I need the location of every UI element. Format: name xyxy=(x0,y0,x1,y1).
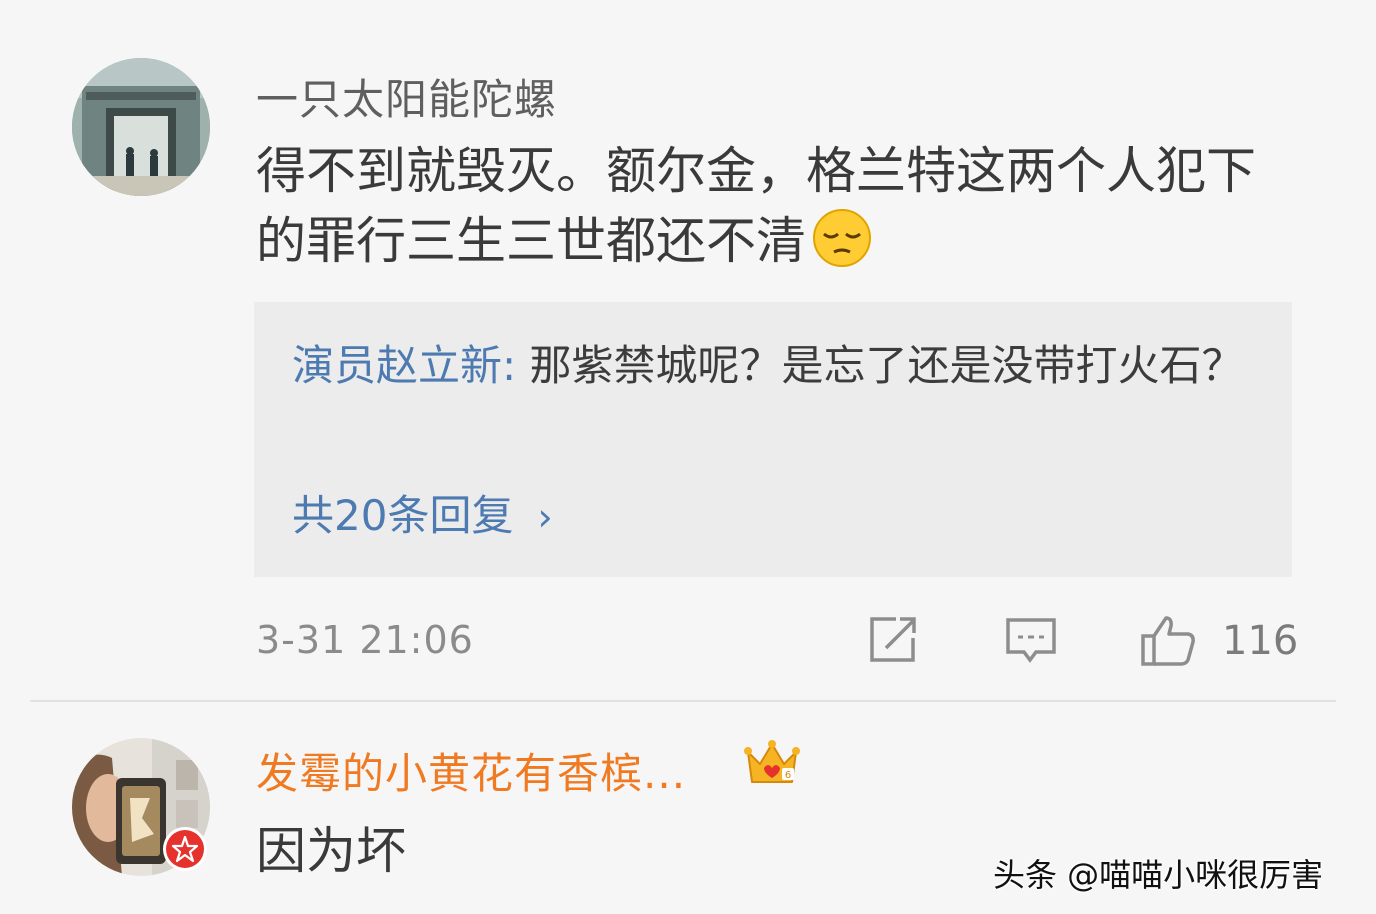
reply-line: 演员赵立新: 那紫禁城呢？是忘了还是没带打火石？ xyxy=(292,334,1252,398)
comment-icon[interactable] xyxy=(1004,614,1058,668)
reply-count-label: 共20条回复 xyxy=(292,491,514,540)
divider xyxy=(30,700,1336,702)
comment-item: 一只太阳能陀螺 得不到就毁灭。额尔金，格兰特这两个人犯下的罪行三生三世都还不清 … xyxy=(0,0,1376,702)
reply-author[interactable]: 演员赵立新 xyxy=(292,341,502,390)
username[interactable]: 发霉的小黄花有香槟... xyxy=(256,740,686,801)
avatar-image xyxy=(72,58,210,196)
watermark: 头条 @喵喵小咪很厉害 xyxy=(993,856,1324,894)
like-count: 116 xyxy=(1222,618,1299,664)
timestamp: 3-31 21:06 xyxy=(256,618,474,662)
reply-text: 那紫禁城呢？是忘了还是没带打火石？ xyxy=(516,341,1244,390)
chevron-right-icon: › xyxy=(537,495,553,539)
reply-preview[interactable]: 演员赵立新: 那紫禁城呢？是忘了还是没带打火石？ 共20条回复 › xyxy=(254,302,1292,577)
avatar[interactable] xyxy=(72,58,210,196)
thumbs-up-icon[interactable] xyxy=(1140,614,1196,668)
comment-text: 得不到就毁灭。额尔金，格兰特这两个人犯下的罪行三生三世都还不清 xyxy=(256,136,1296,276)
crown-icon: 6 xyxy=(744,740,800,783)
comment-text-content: 得不到就毁灭。额尔金，格兰特这两个人犯下的罪行三生三世都还不清 xyxy=(256,142,1256,270)
username[interactable]: 一只太阳能陀螺 xyxy=(256,66,557,127)
avatar-image xyxy=(72,738,210,876)
view-replies-link[interactable]: 共20条回复 › xyxy=(292,482,553,543)
pensive-face-emoji-icon xyxy=(813,209,871,267)
reply-separator: : xyxy=(502,341,517,390)
share-icon[interactable] xyxy=(866,614,920,666)
avatar[interactable] xyxy=(72,738,210,876)
svg-text:6: 6 xyxy=(785,770,791,781)
